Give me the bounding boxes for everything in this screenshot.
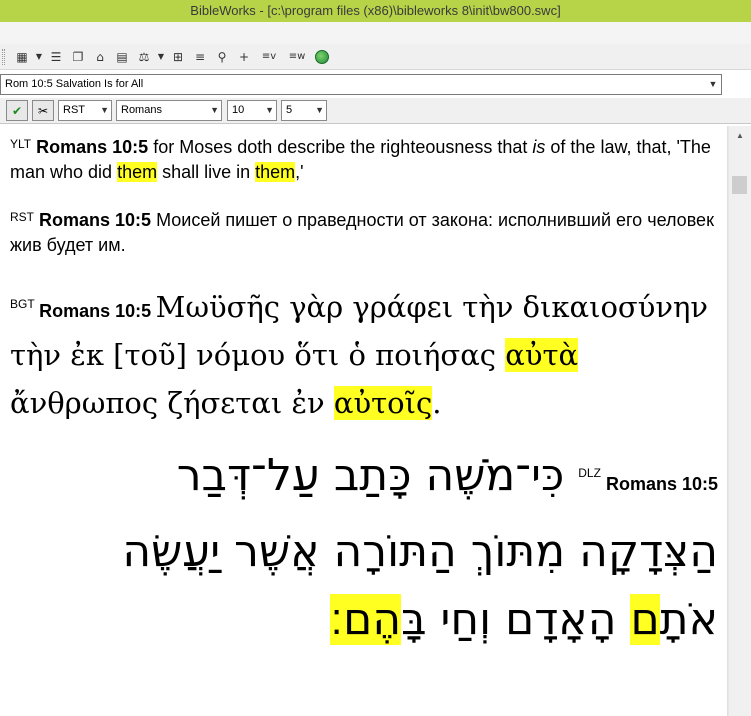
browse-window: YLT Romans 10:5 for Moses doth describe …: [0, 126, 727, 716]
chevron-down-icon: ▼: [315, 105, 324, 115]
layout-icon[interactable]: ▦: [11, 47, 33, 67]
book-select[interactable]: Romans ▼: [116, 100, 222, 121]
verse-ylt: YLT Romans 10:5 for Moses doth describe …: [10, 137, 711, 182]
verse-select[interactable]: 5 ▼: [281, 100, 327, 121]
verse-bgt: BGT Romans 10:5 Μωϋσῆς γὰρ γράφει τὴν δι…: [10, 290, 708, 420]
main-toolbar: ▦ ▼ ☰ ❐ ⌂ ▤ ⚖ ▼ ⊞ ≡ ⚲ + ≡v ≡w: [0, 44, 751, 70]
highlighted-word: αὐτοῖς: [333, 386, 433, 420]
toolbar-grip[interactable]: [2, 48, 5, 65]
version-tag: BGT: [10, 297, 35, 311]
verse-icon[interactable]: ≡v: [255, 47, 283, 67]
tools-icon: ✂: [37, 103, 49, 118]
version-tag: YLT: [10, 137, 32, 151]
menu-area: [0, 22, 751, 44]
verse-reference[interactable]: Romans 10:5: [39, 210, 151, 230]
stamp-icon[interactable]: ⚲: [211, 47, 233, 67]
chapter-select[interactable]: 10 ▼: [227, 100, 277, 121]
reference-value: Rom 10:5 Salvation Is for All: [5, 78, 144, 90]
reference-input[interactable]: Rom 10:5 Salvation Is for All ▼: [0, 74, 722, 95]
check-button[interactable]: ✔: [6, 100, 28, 121]
list-icon[interactable]: ☰: [45, 47, 67, 67]
chevron-down-icon: ▼: [100, 105, 109, 115]
vertical-scrollbar[interactable]: ▲: [727, 126, 751, 716]
version-tag: DLZ: [578, 466, 601, 480]
window-title: BibleWorks - [c:\program files (x86)\bib…: [0, 0, 751, 22]
verse-rst: RST Romans 10:5 Моисей пишет о праведнос…: [10, 210, 714, 255]
highlighted-word: them: [255, 162, 296, 182]
chevron-down-icon[interactable]: ▼: [705, 75, 721, 94]
dropdown-arrow-icon[interactable]: ▼: [33, 47, 45, 67]
print-icon[interactable]: ▤: [111, 47, 133, 67]
verse-reference[interactable]: Romans 10:5: [39, 301, 151, 321]
dropdown-arrow-icon[interactable]: ▼: [155, 47, 167, 67]
options-bar: ✔ ✂ RST ▼ Romans ▼ 10 ▼ 5 ▼: [0, 98, 751, 124]
highlighted-word: αὐτὰ: [505, 338, 579, 372]
arrange-icon[interactable]: ⊞: [167, 47, 189, 67]
text-icon[interactable]: ≡: [189, 47, 211, 67]
version-select[interactable]: RST ▼: [58, 100, 112, 121]
open-icon[interactable]: ⌂: [89, 47, 111, 67]
verse-reference[interactable]: Romans 10:5: [606, 474, 718, 494]
scroll-thumb[interactable]: [732, 176, 747, 194]
version-tag: RST: [10, 210, 34, 224]
copy-icon[interactable]: ❐: [67, 47, 89, 67]
add-icon[interactable]: +: [233, 47, 255, 67]
tools-button[interactable]: ✂: [32, 100, 54, 121]
verse-reference-block: DLZ Romans 10:5: [578, 466, 718, 494]
word-icon[interactable]: ≡w: [283, 47, 311, 67]
highlighted-word: הֶם׃: [330, 594, 402, 645]
highlighted-word: ם: [630, 594, 660, 645]
chevron-down-icon: ▼: [210, 105, 219, 115]
globe-icon[interactable]: [311, 47, 333, 67]
chevron-down-icon: ▼: [265, 105, 274, 115]
highlighted-word: them: [117, 162, 158, 182]
verse-reference[interactable]: Romans 10:5: [36, 137, 148, 157]
analysis-icon[interactable]: ⚖: [133, 47, 155, 67]
scroll-up-icon[interactable]: ▲: [728, 126, 751, 144]
check-icon: ✔: [11, 103, 23, 118]
verse-dlz: DLZ Romans 10:5 כִּי־מֹשֶׁה כָּתַב עַל־ד…: [122, 450, 718, 645]
